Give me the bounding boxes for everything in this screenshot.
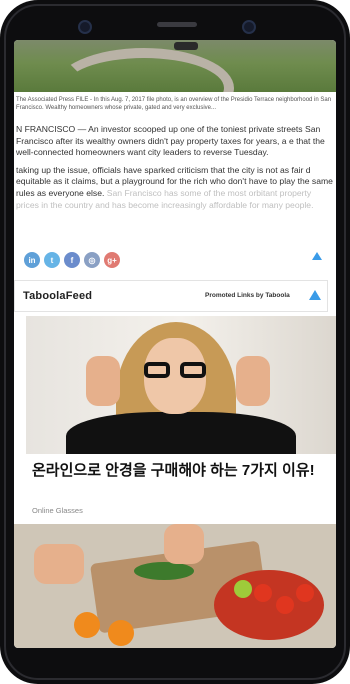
photo-caption: The Associated Press FILE - In this Aug.… [16, 97, 332, 111]
herbs [134, 562, 194, 580]
article-paragraph-1: N FRANCISCO — An investor scooped up one… [16, 124, 325, 158]
adchoices-icon[interactable] [309, 290, 321, 300]
photo-road [54, 48, 234, 92]
facebook-icon[interactable]: f [64, 252, 80, 268]
lime [234, 580, 252, 598]
earpiece-speaker [157, 22, 197, 27]
ad-title[interactable]: 온라인으로 안경을 구매해야 하는 7가지 이유! [32, 460, 322, 482]
cook-hand-left [34, 544, 84, 584]
taboola-feed-title: TaboolaFeed [23, 290, 93, 302]
model-hand-left [86, 356, 120, 406]
ad-source[interactable]: Online Glasses [32, 506, 83, 515]
google-plus-icon[interactable]: g+ [104, 252, 120, 268]
promoted-links-label[interactable]: Promoted Links by Taboola [205, 292, 290, 299]
twitter-icon[interactable]: t [44, 252, 60, 268]
taboola-header: TaboolaFeed Promoted Links by Taboola [14, 280, 328, 312]
orange [74, 612, 100, 638]
tomato [296, 584, 314, 602]
photo-car [174, 42, 198, 50]
article-photo [14, 40, 336, 92]
model-hand [236, 356, 270, 406]
orange [108, 620, 134, 646]
tomato [254, 584, 272, 602]
browser-screen[interactable]: The Associated Press FILE - In this Aug.… [14, 40, 336, 648]
tomato-bowl [214, 570, 324, 640]
linkedin-icon[interactable]: in [24, 252, 40, 268]
phone-frame: The Associated Press FILE - In this Aug.… [0, 0, 350, 684]
taboola-logo-icon[interactable] [312, 252, 322, 260]
ad-image-glasses[interactable] [26, 316, 336, 454]
instagram-icon[interactable]: ◎ [84, 252, 100, 268]
sensor-icon [242, 20, 256, 34]
glasses-icon [144, 362, 208, 380]
ad-image-cooking[interactable] [14, 524, 336, 648]
cook-hand [164, 524, 204, 564]
article-paragraph-2: taking up the issue, officials have spar… [16, 165, 334, 211]
article-body: N FRANCISCO — An investor scooped up one… [16, 124, 334, 217]
front-camera-icon [78, 20, 92, 34]
social-share-bar: in t f ◎ g+ [24, 252, 120, 270]
tomato [276, 596, 294, 614]
model-shirt [66, 412, 296, 454]
